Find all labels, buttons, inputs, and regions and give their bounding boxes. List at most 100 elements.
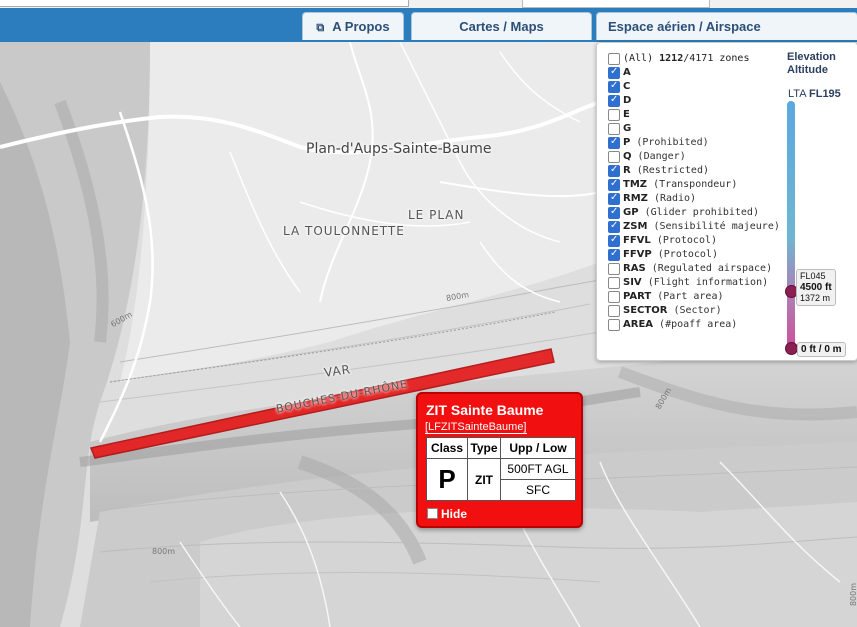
lta-value: FL195 (809, 88, 841, 100)
layer-code: GP (623, 207, 639, 218)
layer-checkbox-g[interactable] (608, 123, 620, 135)
zone-lower-limit: SFC (500, 479, 576, 501)
layer-item-d: D (623, 94, 631, 108)
layer-item-zsm: ZSM (Sensibilité majeure) (623, 220, 780, 234)
layer-checkbox-zsm[interactable] (608, 220, 620, 233)
layer-item-g: G (623, 122, 631, 136)
layer-description: (Sector) (673, 305, 722, 316)
airspace-layer-panel: (All) 1212/4171 zones Elevation Altitude… (596, 42, 857, 361)
zones-shown-count: 1212 (659, 53, 684, 64)
top-search-field[interactable] (0, 0, 409, 7)
hide-checkbox[interactable] (427, 508, 438, 519)
contour-label: 800m (849, 582, 857, 607)
layer-description: (Regulated airspace) (651, 263, 773, 274)
zone-type: ZIT (467, 458, 501, 501)
external-link-icon: ⧉ (316, 22, 325, 34)
maps-tab[interactable]: Cartes / Maps (411, 12, 592, 40)
maps-tab-label: Cartes / Maps (459, 19, 544, 34)
elevation-lower-readout: 0 ft / 0 m (797, 342, 846, 357)
layer-checkbox-e[interactable] (608, 109, 620, 121)
altitude-label: Altitude (787, 64, 828, 76)
layer-checkbox-tmz[interactable] (608, 178, 620, 191)
all-zones-checkbox[interactable] (608, 53, 620, 65)
layer-item-sector: SECTOR (Sector) (623, 304, 722, 318)
layer-code: ZSM (623, 221, 648, 232)
layer-checkbox-siv[interactable] (608, 277, 620, 289)
layer-code: AREA (623, 319, 654, 330)
layer-description: (Glider prohibited) (644, 207, 759, 218)
layer-code: G (623, 123, 632, 134)
zone-id: [LFZITSainteBaume] (425, 421, 527, 434)
layer-item-ffvl: FFVL (Protocol) (623, 234, 717, 248)
elevation-label: Elevation (787, 51, 836, 63)
layer-description: (Danger) (637, 151, 686, 162)
layer-checkbox-sector[interactable] (608, 305, 620, 317)
layer-code: TMZ (623, 179, 648, 190)
zones-total: /4171 zones (683, 53, 750, 64)
layer-description: (Protocol) (657, 249, 718, 260)
layer-item-p: P (Prohibited) (623, 136, 709, 150)
layer-checkbox-r[interactable] (608, 164, 620, 177)
layer-checkbox-part[interactable] (608, 291, 620, 303)
layer-code: R (623, 165, 631, 176)
layer-description: (Part area) (657, 291, 724, 302)
layer-checkbox-d[interactable] (608, 94, 620, 107)
layer-checkbox-ras[interactable] (608, 263, 620, 275)
layer-description: (Restricted) (636, 165, 709, 176)
contour-label: 800m (152, 547, 176, 556)
layer-item-siv: SIV (Flight information) (623, 276, 768, 290)
layer-item-ffvp: FFVP (Protocol) (623, 248, 718, 262)
layer-code: C (623, 81, 631, 92)
layer-item-a: A (623, 66, 631, 80)
layer-checkbox-area[interactable] (608, 319, 620, 331)
layer-code: Q (623, 151, 632, 162)
layer-checkbox-ffvl[interactable] (608, 234, 620, 247)
lta-prefix: LTA (788, 88, 806, 100)
layer-item-area: AREA (#poaff area) (623, 318, 737, 332)
layer-checkbox-c[interactable] (608, 80, 620, 93)
airspace-tab[interactable]: Espace aérien / Airspace (596, 12, 857, 40)
hide-label: Hide (441, 507, 468, 521)
about-tab[interactable]: ⧉ A Propos (302, 12, 404, 40)
layer-checkbox-q[interactable] (608, 151, 620, 163)
all-label: (All) (623, 53, 654, 64)
header-type: Type (467, 437, 501, 459)
layer-code: RAS (623, 263, 646, 274)
layer-code: SIV (623, 277, 642, 288)
layer-item-e: E (623, 108, 630, 122)
layer-item-tmz: TMZ (Transpondeur) (623, 178, 737, 192)
layer-item-part: PART (Part area) (623, 290, 724, 304)
layer-code: PART (623, 291, 652, 302)
elevation-slider-track[interactable] (787, 101, 795, 349)
layer-description: (#poaff area) (659, 319, 738, 330)
upper-fl: FL045 (800, 270, 826, 281)
about-tab-label: A Propos (332, 19, 390, 34)
airspace-tab-label: Espace aérien / Airspace (608, 19, 761, 34)
layer-description: (Transpondeur) (653, 179, 738, 190)
upper-m: 1372 m (800, 292, 831, 303)
elevation-title: Elevation Altitude (787, 51, 836, 77)
top-field-2[interactable] (522, 0, 710, 8)
layer-checkbox-ffvp[interactable] (608, 248, 620, 261)
upper-ft: 4500 ft (800, 281, 832, 293)
layer-checkbox-p[interactable] (608, 136, 620, 149)
header-upp-low: Upp / Low (500, 437, 576, 459)
layer-code: A (623, 67, 631, 78)
all-zones-label: (All) 1212/4171 zones (623, 52, 749, 66)
layer-checkbox-gp[interactable] (608, 206, 620, 219)
layer-item-c: C (623, 80, 630, 94)
elevation-upper-readout: FL045 4500 ft 1372 m (796, 268, 836, 306)
layer-code: RMZ (623, 193, 648, 204)
layer-code: D (623, 95, 632, 106)
layer-item-ras: RAS (Regulated airspace) (623, 262, 772, 276)
place-label-le-plan: LE PLAN (408, 208, 465, 222)
zone-info-table: Class Type Upp / Low P ZIT 500FT AGL SFC (426, 437, 576, 501)
layer-checkbox-a[interactable] (608, 66, 620, 79)
layer-checkbox-rmz[interactable] (608, 192, 620, 205)
layer-description: (Radio) (653, 193, 697, 204)
layer-code: P (623, 137, 631, 148)
layer-item-gp: GP (Glider prohibited) (623, 206, 759, 220)
zone-class: P (426, 458, 468, 501)
zone-info-popup: ZIT Sainte Baume [LFZITSainteBaume] Clas… (416, 392, 583, 528)
header-class: Class (426, 437, 468, 459)
